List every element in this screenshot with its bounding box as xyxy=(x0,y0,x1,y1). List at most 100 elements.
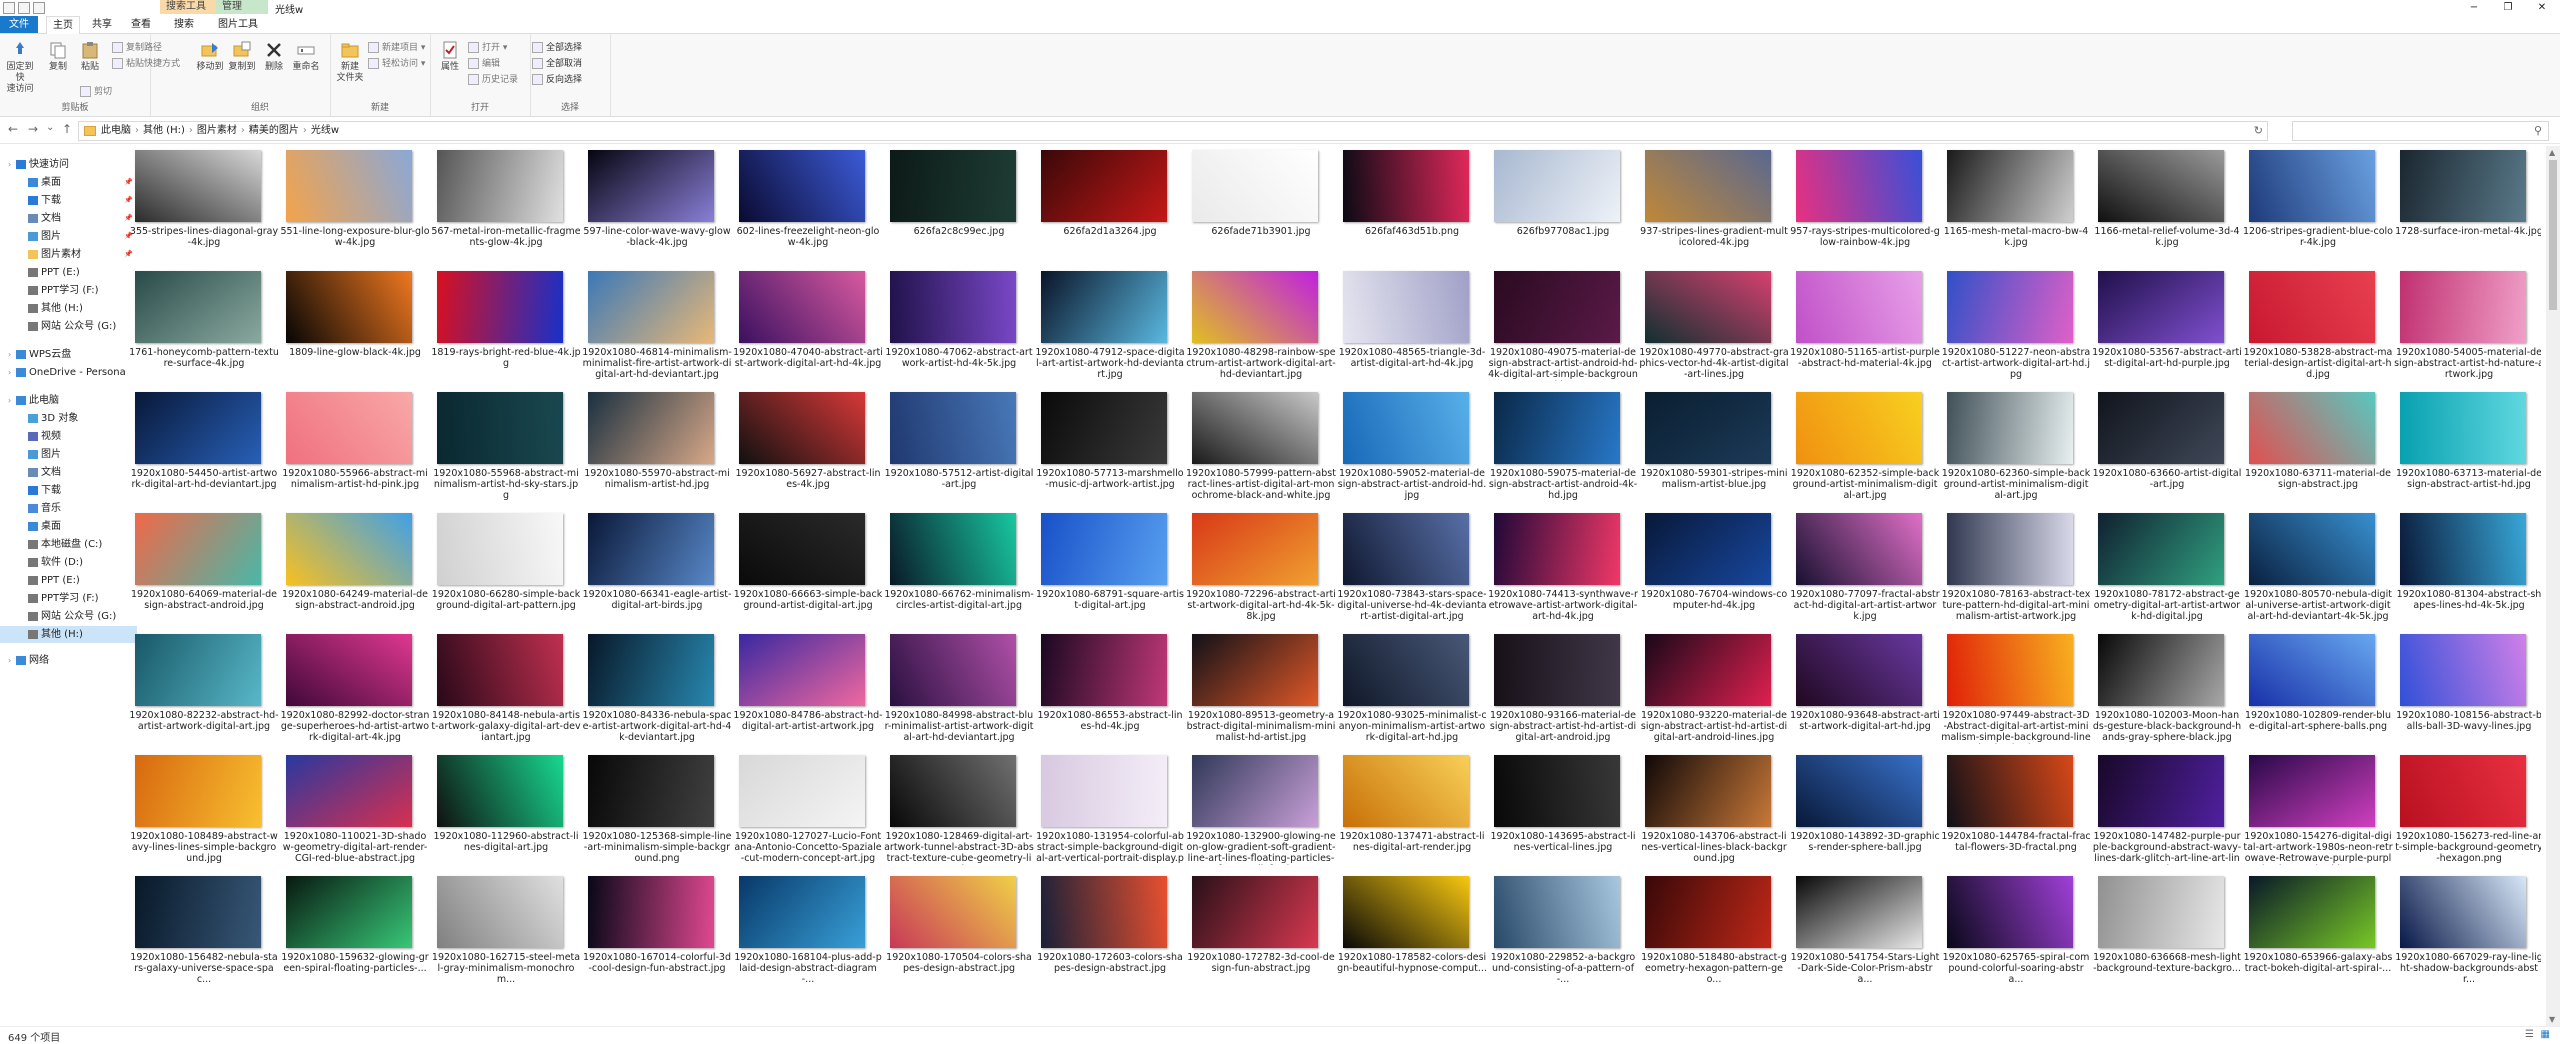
select-none-button[interactable]: 全部取消 xyxy=(532,58,582,70)
file-item[interactable]: 1920x1080-518480-abstract-geometry-hexag… xyxy=(1639,872,1787,990)
file-item[interactable]: 551-line-long-exposure-blur-glow-4k.jpg xyxy=(280,146,430,264)
file-item[interactable]: 1920x1080-76704-windows-computer-hd-4k.j… xyxy=(1639,509,1787,627)
file-item[interactable]: 1920x1080-229852-a-background-consisting… xyxy=(1488,872,1635,990)
file-item[interactable]: 1920x1080-63711-material-design-abstract… xyxy=(2243,388,2391,506)
nav-item[interactable]: PPT学习 (F:) xyxy=(0,282,137,299)
file-item[interactable]: 1920x1080-46814-minimalism-minimalist-fi… xyxy=(582,267,732,385)
file-item[interactable]: 1920x1080-47040-abstract-artist-artwork-… xyxy=(733,267,883,385)
chevron-right-icon[interactable]: › xyxy=(8,652,16,669)
file-item[interactable]: 1920x1080-178582-colors-design-beautiful… xyxy=(1337,872,1487,990)
breadcrumb-item[interactable]: 图片素材 xyxy=(197,122,237,140)
file-item[interactable]: 626fa2c8c99ec.jpg xyxy=(884,146,1028,264)
scroll-down-icon[interactable]: ▼ xyxy=(2549,1015,2555,1024)
chevron-right-icon[interactable]: › xyxy=(8,364,16,381)
rename-button[interactable]: 重命名 xyxy=(290,40,322,73)
file-item[interactable]: 626faf463d51b.png xyxy=(1337,146,1481,264)
new-folder-button[interactable]: 新建 文件夹 xyxy=(334,40,366,84)
file-item[interactable]: 1920x1080-59052-material-design-abstract… xyxy=(1337,388,1486,506)
file-item[interactable]: 1920x1080-86553-abstract-lines-hd-4k.jpg xyxy=(1035,630,1182,748)
file-item[interactable]: 1920x1080-156273-red-line-art-simple-bac… xyxy=(2394,751,2541,869)
chevron-right-icon[interactable]: › xyxy=(8,346,16,363)
file-item[interactable]: 1920x1080-59075-material-design-abstract… xyxy=(1488,388,1637,506)
file-item[interactable]: 957-rays-stripes-multicolored-glow-rainb… xyxy=(1790,146,1940,264)
back-button[interactable]: ← xyxy=(8,122,18,136)
file-item[interactable]: 1920x1080-78172-abstract-geometry-digita… xyxy=(2092,509,2240,627)
file-item[interactable]: 1920x1080-49770-abstract-graphics-vector… xyxy=(1639,267,1789,385)
file-item[interactable]: 567-metal-iron-metallic-fragments-glow-4… xyxy=(431,146,581,264)
file-item[interactable]: 1920x1080-54005-material-design-abstract… xyxy=(2394,267,2541,385)
nav-item[interactable]: 下载 xyxy=(0,482,137,499)
file-item[interactable]: 1920x1080-89513-geometry-abstract-digita… xyxy=(1186,630,1335,748)
file-item[interactable]: 1920x1080-81304-abstract-shapes-lines-hd… xyxy=(2394,509,2541,627)
address-box[interactable]: 此电脑 › 其他 (H:) › 图片素材 › 精美的图片 › 光线w ↻ xyxy=(78,121,2268,141)
file-item[interactable]: 1920x1080-168104-plus-add-plaid-design-a… xyxy=(733,872,882,990)
file-item[interactable]: 1920x1080-108156-abstract-balls-ball-3D-… xyxy=(2394,630,2541,748)
minimize-button[interactable]: − xyxy=(2456,0,2492,16)
paste-button[interactable]: 粘贴 xyxy=(74,40,106,73)
large-icons-view-icon[interactable]: ▦ xyxy=(2541,1029,2550,1040)
file-item[interactable]: 1920x1080-128469-digital-art-artwork-tun… xyxy=(884,751,1034,869)
file-item[interactable]: 1920x1080-170504-colors-shapes-design-ab… xyxy=(884,872,1032,990)
nav-item[interactable]: 其他 (H:) xyxy=(0,626,137,643)
file-item[interactable]: 1920x1080-102003-Moon-hands-gesture-blac… xyxy=(2092,630,2241,748)
file-item[interactable]: 1920x1080-55970-abstract-minimalism-arti… xyxy=(582,388,730,506)
file-item[interactable]: 1920x1080-68791-square-artist-digital-ar… xyxy=(1035,509,1184,627)
tab-share[interactable]: 共享 xyxy=(88,16,116,33)
refresh-icon[interactable]: ↻ xyxy=(2254,124,2263,137)
file-item[interactable]: 1920x1080-48298-rainbow-spectrum-artist-… xyxy=(1186,267,1336,385)
file-item[interactable]: 1920x1080-667029-ray-line-light-shadow-b… xyxy=(2394,872,2541,990)
nav-item[interactable]: › WPS云盘 xyxy=(0,346,125,363)
file-item[interactable]: 1920x1080-57999-pattern-abstract-lines-a… xyxy=(1186,388,1336,506)
file-item[interactable]: 1920x1080-64069-material-design-abstract… xyxy=(129,509,277,627)
file-item[interactable]: 602-lines-freezelight-neon-glow-4k.jpg xyxy=(733,146,879,264)
file-item[interactable]: 1920x1080-82232-abstract-hd-artist-artwo… xyxy=(129,630,279,748)
file-item[interactable]: 626fb97708ac1.jpg xyxy=(1488,146,1632,264)
copy-button[interactable]: 复制 xyxy=(42,40,74,73)
file-item[interactable]: 1920x1080-143695-abstract-lines-vertical… xyxy=(1488,751,1636,869)
file-item[interactable]: 1920x1080-66762-minimalism-circles-artis… xyxy=(884,509,1034,627)
vertical-scrollbar[interactable]: ▲ ▼ xyxy=(2546,146,2560,1026)
file-item[interactable]: 626fa2d1a3264.jpg xyxy=(1035,146,1179,264)
undo-icon[interactable] xyxy=(18,2,30,14)
nav-item[interactable]: › 快速访问 xyxy=(0,156,125,173)
save-icon[interactable] xyxy=(3,2,15,14)
file-item[interactable]: 1920x1080-172603-colors-shapes-design-ab… xyxy=(1035,872,1183,990)
file-item[interactable]: 1920x1080-625765-spiral-compound-colorfu… xyxy=(1941,872,2089,990)
file-item[interactable]: 1920x1080-47912-space-digital-art-artist… xyxy=(1035,267,1185,385)
file-item[interactable]: 1206-stripes-gradient-blue-color-4k.jpg xyxy=(2243,146,2393,264)
file-item[interactable]: 1920x1080-137471-abstract-lines-digital-… xyxy=(1337,751,1485,869)
new-item-button[interactable]: 新建项目 ▾ xyxy=(368,42,425,54)
scroll-up-icon[interactable]: ▲ xyxy=(2549,148,2555,157)
nav-item[interactable]: 下载 📌 xyxy=(0,192,137,209)
file-item[interactable]: 1920x1080-93025-minimalist-canyon-minima… xyxy=(1337,630,1487,748)
breadcrumb-item[interactable]: 此电脑 xyxy=(101,122,131,140)
file-item[interactable]: 1920x1080-125368-simple-line-art-minimal… xyxy=(582,751,732,869)
file-item[interactable]: 1920x1080-132900-glowing-neon-glow-gradi… xyxy=(1186,751,1336,869)
file-item[interactable]: 1920x1080-55966-abstract-minimalism-arti… xyxy=(280,388,428,506)
file-item[interactable]: 937-stripes-lines-gradient-multicolored-… xyxy=(1639,146,1788,264)
file-item[interactable]: 1920x1080-541754-Stars-Light-Dark-Side-C… xyxy=(1790,872,1939,990)
file-item[interactable]: 1920x1080-84148-nebula-artist-artwork-ga… xyxy=(431,630,581,748)
file-item[interactable]: 1920x1080-63660-artist-digital-art.jpg xyxy=(2092,388,2241,506)
tab-picture-tools[interactable]: 图片工具 xyxy=(214,16,262,33)
file-item[interactable]: 1920x1080-49075-material-design-abstract… xyxy=(1488,267,1638,385)
file-item[interactable]: 1166-metal-relief-volume-3d-4k.jpg xyxy=(2092,146,2240,264)
file-item[interactable]: 1920x1080-53828-abstract-material-design… xyxy=(2243,267,2392,385)
nav-item[interactable]: › 此电脑 xyxy=(0,392,125,409)
delete-button[interactable]: 删除 xyxy=(258,40,290,73)
file-item[interactable]: 1761-honeycomb-pattern-texture-surface-4… xyxy=(129,267,279,385)
nav-item[interactable]: PPT学习 (F:) xyxy=(0,590,137,607)
history-button[interactable]: 历史记录 xyxy=(468,74,518,86)
easy-access-button[interactable]: 轻松访问 ▾ xyxy=(368,58,425,70)
file-item[interactable]: 1920x1080-143706-abstract-lines-vertical… xyxy=(1639,751,1787,869)
nav-item[interactable]: 桌面 xyxy=(0,518,137,535)
file-item[interactable]: 1920x1080-84998-abstract-blur-minimalist… xyxy=(884,630,1033,748)
nav-item[interactable]: 桌面 📌 xyxy=(0,174,137,191)
file-item[interactable]: 1819-rays-bright-red-blue-4k.jpg xyxy=(431,267,581,385)
nav-item[interactable]: 其他 (H:) xyxy=(0,300,137,317)
nav-item[interactable]: 本地磁盘 (C:) xyxy=(0,536,137,553)
open-button[interactable]: 打开 ▾ xyxy=(468,42,507,54)
scrollbar-thumb[interactable] xyxy=(2549,160,2557,310)
file-item[interactable]: 1809-line-glow-black-4k.jpg xyxy=(280,267,424,385)
copy-to-button[interactable]: 复制到 xyxy=(226,40,258,73)
